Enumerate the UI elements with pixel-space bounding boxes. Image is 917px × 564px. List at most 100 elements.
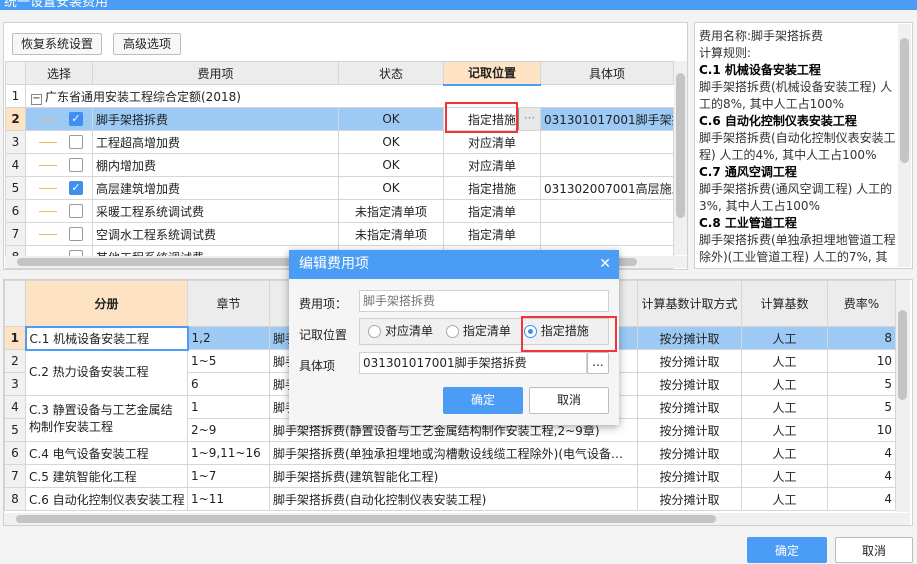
chapter[interactable]: 1~5 (187, 349, 270, 373)
col-select[interactable]: 选择 (25, 61, 93, 85)
rate[interactable]: 5 (827, 372, 896, 396)
select-cell[interactable] (25, 199, 93, 223)
top-vertical-scrollbar[interactable] (674, 61, 687, 255)
row-number: 7 (4, 464, 26, 488)
base[interactable]: 人工 (741, 418, 828, 442)
base[interactable]: 人工 (741, 464, 828, 488)
bottom-vertical-scrollbar[interactable] (896, 280, 910, 512)
fee-input[interactable] (359, 290, 609, 312)
base[interactable]: 人工 (741, 372, 828, 396)
chapter[interactable]: 6 (187, 372, 270, 396)
rate[interactable]: 4 (827, 487, 896, 511)
rate[interactable]: 10 (827, 349, 896, 373)
volume[interactable]: C.5 建筑智能化工程 (25, 464, 188, 488)
select-checkbox[interactable] (69, 135, 83, 150)
method[interactable]: 按分摊计取 (637, 372, 742, 396)
radio-corresponding-list[interactable]: 对应清单 (368, 324, 433, 338)
select-checkbox[interactable] (69, 158, 83, 173)
col-volume[interactable]: 分册 (25, 280, 188, 327)
select-checkbox[interactable]: ✓ (69, 181, 83, 196)
method[interactable]: 按分摊计取 (637, 326, 742, 350)
method[interactable]: 按分摊计取 (637, 464, 742, 488)
volume[interactable]: C.3 静置设备与工艺金属结构制作安装工程 (25, 395, 188, 442)
chapter[interactable]: 1~11 (187, 487, 270, 511)
base[interactable]: 人工 (741, 487, 828, 511)
advanced-options-button[interactable]: 高级选项 (113, 33, 181, 55)
table-row[interactable]: 4 棚内增加费 OK 对应清单 (5, 153, 674, 177)
more-button[interactable]: ··· (518, 108, 540, 130)
col-fee-item[interactable]: 费用项 (92, 61, 339, 85)
browse-button[interactable]: ... (587, 352, 609, 374)
base[interactable]: 人工 (741, 395, 828, 419)
close-icon[interactable]: ✕ (599, 250, 611, 279)
table-row[interactable]: 7 C.5 建筑智能化工程 1~7 脚手架搭拆费(建筑智能化工程) 按分摊计取 人… (4, 464, 896, 488)
rate[interactable]: 5 (827, 395, 896, 419)
volume[interactable]: C.4 电气设备安装工程 (25, 441, 188, 465)
select-checkbox[interactable]: ✓ (69, 112, 83, 127)
collapse-icon[interactable]: − (31, 93, 42, 105)
col-method[interactable]: 计算基数计取方式 (637, 280, 742, 327)
method[interactable]: 按分摊计取 (637, 395, 742, 419)
select-checkbox[interactable] (69, 204, 83, 219)
restore-settings-button[interactable]: 恢复系统设置 (12, 33, 102, 55)
chapter[interactable]: 1,2 (187, 326, 270, 350)
rate[interactable]: 8 (827, 326, 896, 350)
col-position[interactable]: 记取位置 (443, 61, 541, 86)
base[interactable]: 人工 (741, 326, 828, 350)
chapter[interactable]: 2~9 (187, 418, 270, 442)
chapter[interactable]: 1~9,11~16 (187, 441, 270, 465)
radio-specified-list[interactable]: 指定清单 (445, 324, 511, 338)
name[interactable]: 脚手架搭拆费(建筑智能化工程) (269, 464, 638, 488)
col-rate[interactable]: 费率% (827, 280, 896, 327)
info-scrollbar[interactable] (898, 24, 911, 267)
position-cell[interactable]: 指定清单 (443, 199, 541, 223)
ok-button[interactable]: 确定 (747, 537, 827, 563)
dialog-ok-button[interactable]: 确定 (443, 387, 523, 414)
base[interactable]: 人工 (741, 441, 828, 465)
group-cell[interactable]: − 广东省通用安装工程综合定额(2018) (25, 84, 674, 108)
table-row[interactable]: 2 ✓ 脚手架搭拆费 OK 指定措施··· 031301017001脚手架搭拆费 (5, 107, 674, 131)
chapter[interactable]: 1 (187, 395, 270, 419)
col-chapter[interactable]: 章节 (187, 280, 270, 327)
table-row[interactable]: 5 ✓ 高层建筑增加费 OK 指定措施 031302007001高层施工增加 (5, 176, 674, 200)
select-cell[interactable]: ✓ (25, 107, 93, 131)
group-row[interactable]: 1 − 广东省通用安装工程综合定额(2018) (5, 84, 674, 108)
cancel-button[interactable]: 取消 (835, 537, 913, 563)
col-base[interactable]: 计算基数 (741, 280, 828, 327)
method[interactable]: 按分摊计取 (637, 487, 742, 511)
volume[interactable]: C.2 热力设备安装工程 (25, 349, 188, 396)
bottom-horizontal-scrollbar[interactable] (4, 513, 910, 525)
volume[interactable]: C.6 自动化控制仪表安装工程 (25, 487, 188, 511)
position-cell[interactable]: 对应清单 (443, 130, 541, 154)
rate[interactable]: 4 (827, 441, 896, 465)
item-input[interactable]: 031301017001脚手架搭拆费 (359, 352, 587, 374)
table-row[interactable]: 6 采暖工程系统调试费 未指定清单项 指定清单 (5, 199, 674, 223)
select-checkbox[interactable] (69, 227, 83, 242)
method[interactable]: 按分摊计取 (637, 349, 742, 373)
name[interactable]: 脚手架搭拆费(自动化控制仪表安装工程) (269, 487, 638, 511)
row-number: 2 (4, 349, 26, 373)
name[interactable]: 脚手架搭拆费(单独承担埋地或沟槽敷设线缆工程除外)(电气设备… (269, 441, 638, 465)
position-cell[interactable]: 指定措施 (443, 176, 541, 200)
select-cell[interactable] (25, 153, 93, 177)
position-cell[interactable]: 对应清单 (443, 153, 541, 177)
col-status[interactable]: 状态 (338, 61, 444, 85)
rate[interactable]: 10 (827, 418, 896, 442)
select-cell[interactable] (25, 222, 93, 246)
select-cell[interactable] (25, 130, 93, 154)
select-cell[interactable]: ✓ (25, 176, 93, 200)
table-row[interactable]: 8 C.6 自动化控制仪表安装工程 1~11 脚手架搭拆费(自动化控制仪表安装工程… (4, 487, 896, 511)
highlight-box (445, 102, 518, 133)
table-row[interactable]: 7 空调水工程系统调试费 未指定清单项 指定清单 (5, 222, 674, 246)
position-cell[interactable]: 指定清单 (443, 222, 541, 246)
table-row[interactable]: 6 C.4 电气设备安装工程 1~9,11~16 脚手架搭拆费(单独承担埋地或沟槽… (4, 441, 896, 465)
base[interactable]: 人工 (741, 349, 828, 373)
method[interactable]: 按分摊计取 (637, 441, 742, 465)
rate[interactable]: 4 (827, 464, 896, 488)
method[interactable]: 按分摊计取 (637, 418, 742, 442)
chapter[interactable]: 1~7 (187, 464, 270, 488)
table-row[interactable]: 3 工程超高增加费 OK 对应清单 (5, 130, 674, 154)
col-item[interactable]: 具体项 (540, 61, 674, 85)
volume[interactable]: C.1 机械设备安装工程 (24, 325, 189, 351)
dialog-cancel-button[interactable]: 取消 (529, 387, 609, 414)
